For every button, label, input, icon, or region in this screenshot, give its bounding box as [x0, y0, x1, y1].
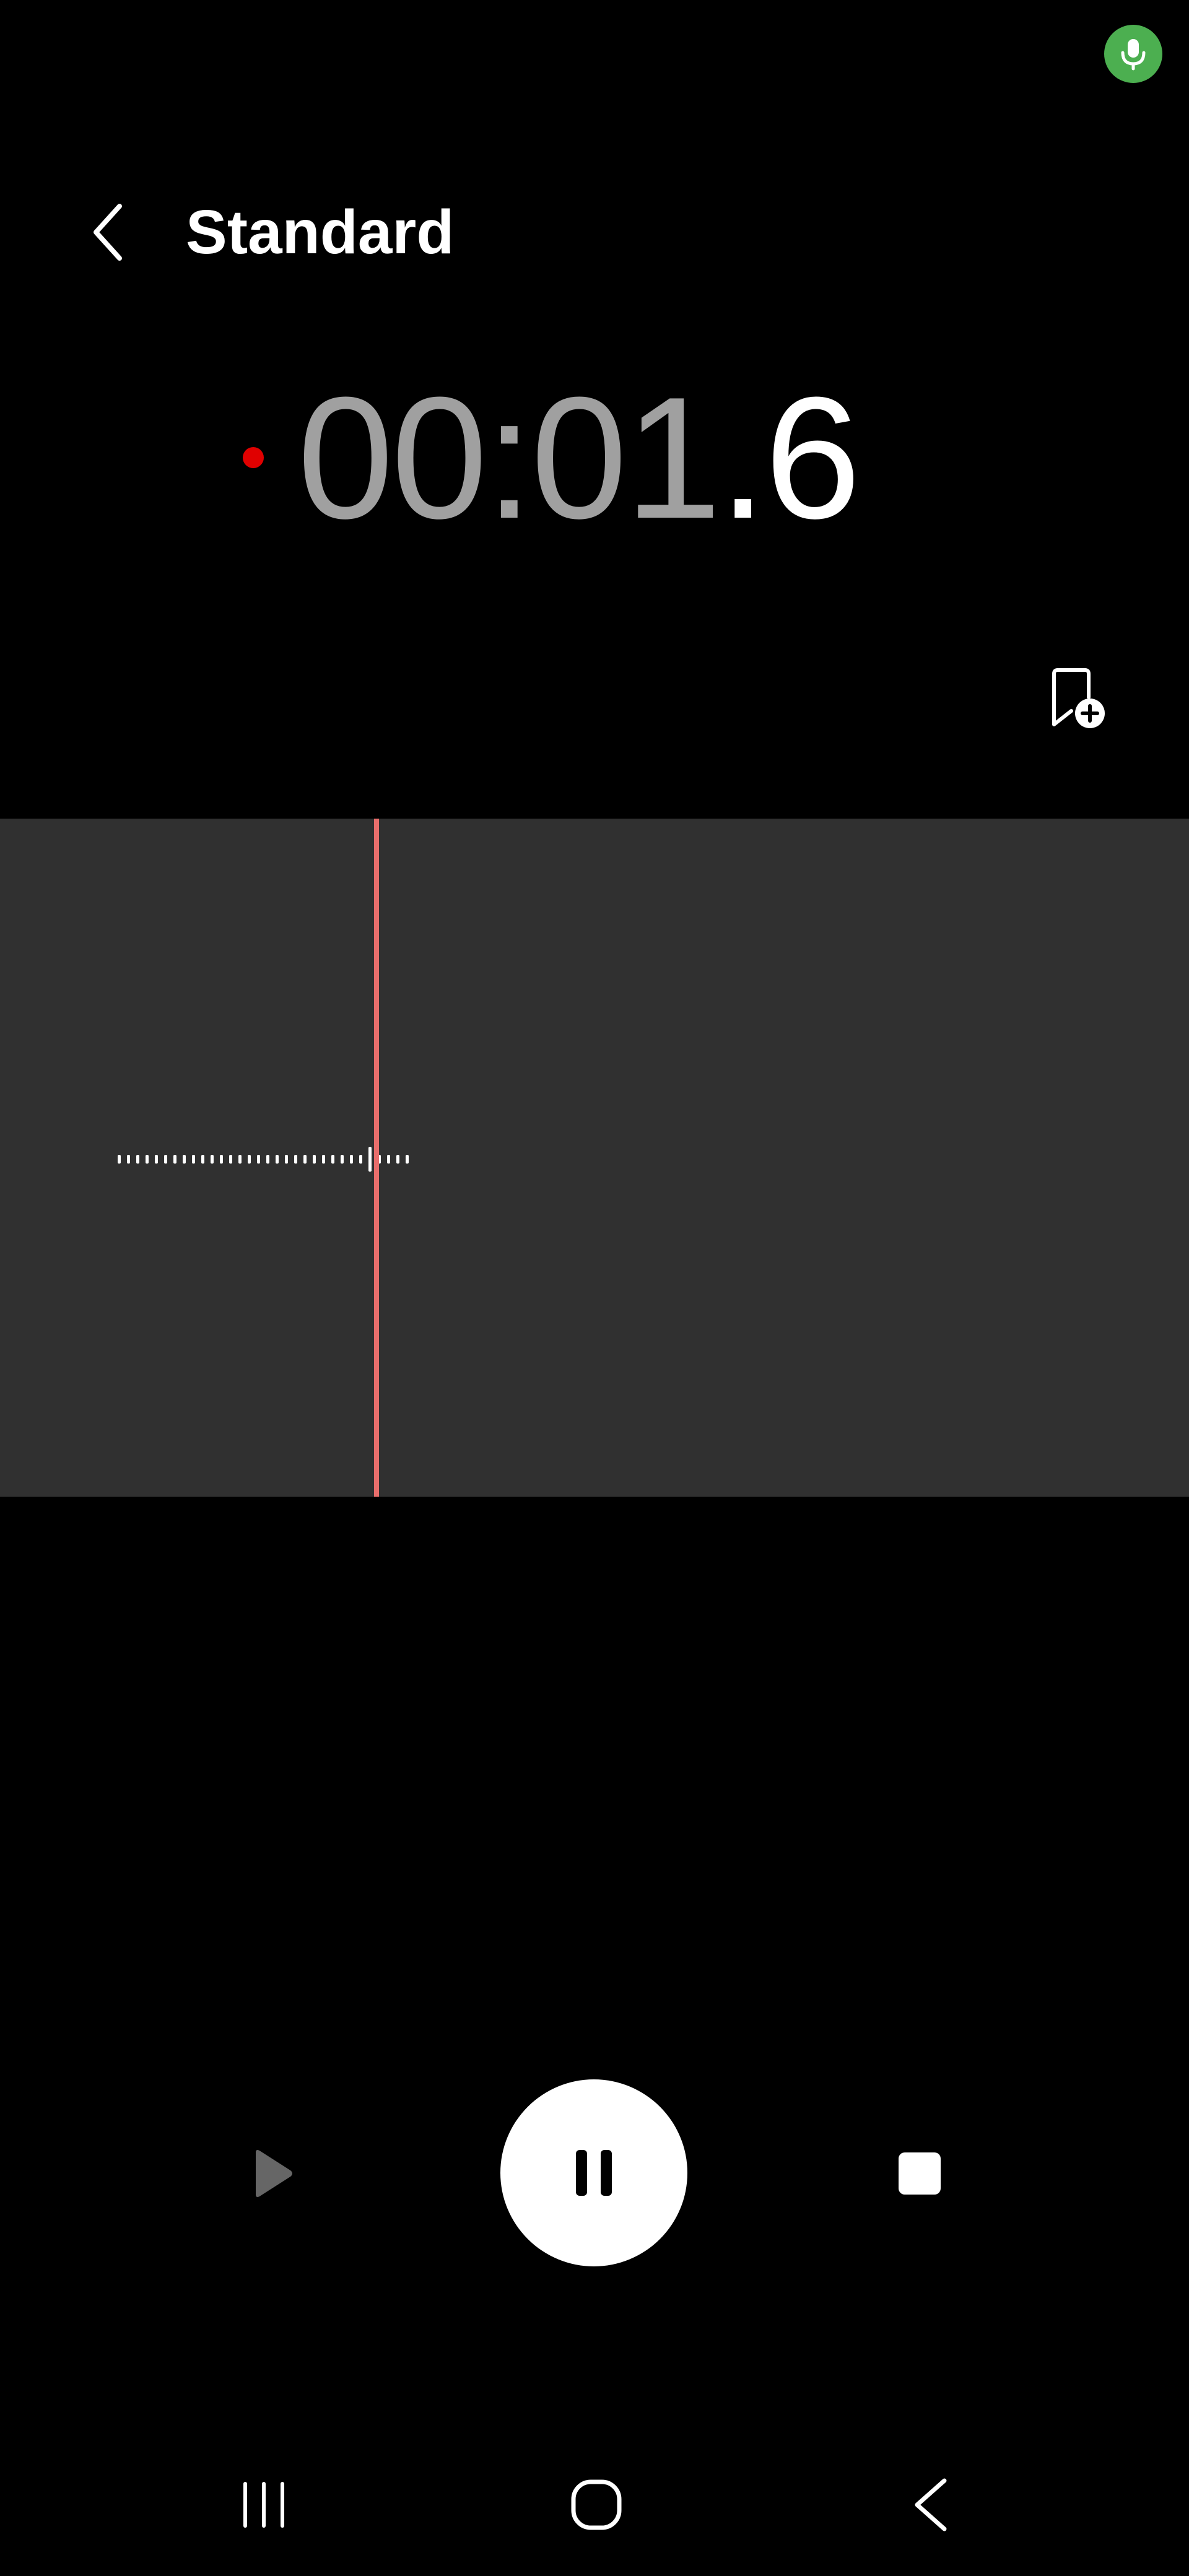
waveform-tick: [266, 1155, 269, 1164]
play-icon: [256, 2150, 292, 2197]
waveform-tick: [294, 1155, 297, 1164]
back-icon: [915, 2478, 947, 2531]
waveform-tick: [192, 1155, 195, 1164]
home-icon: [571, 2479, 622, 2530]
waveform-tick: [118, 1155, 121, 1164]
microphone-icon: [1121, 39, 1146, 71]
waveform-tick: [127, 1155, 130, 1164]
waveform-tick: [201, 1155, 204, 1164]
waveform-tick: [350, 1155, 353, 1164]
timer-separator: :: [485, 362, 533, 555]
play-button[interactable]: [235, 2130, 310, 2217]
timer-seconds: 01: [531, 362, 721, 555]
chevron-left-icon: [94, 204, 122, 261]
timer-minutes: 00: [297, 362, 487, 555]
waveform-tick: [322, 1155, 325, 1164]
waveform-tick: [229, 1155, 232, 1164]
stop-icon: [899, 2152, 941, 2195]
timer-tenths: .6: [718, 362, 861, 555]
waveform-tick: [331, 1155, 334, 1164]
waveform-tick: [359, 1155, 362, 1164]
mic-in-use-indicator[interactable]: [1104, 25, 1162, 83]
waveform-tick: [211, 1155, 214, 1164]
waveform-tick: [257, 1155, 260, 1164]
waveform-tick: [248, 1155, 251, 1164]
waveform-tick: [341, 1155, 344, 1164]
waveform-tick: [183, 1155, 186, 1164]
waveform-tick: [276, 1155, 279, 1164]
pause-icon: [576, 2150, 612, 2196]
waveform-tick: [396, 1155, 399, 1164]
stop-button[interactable]: [886, 2130, 954, 2217]
waveform-tick: [220, 1155, 223, 1164]
waveform-tick: [173, 1155, 176, 1164]
playhead[interactable]: [374, 819, 379, 1497]
waveform-tick: [164, 1155, 167, 1164]
waveform-marker-tick: [368, 1147, 372, 1172]
waveform-tick: [387, 1155, 390, 1164]
bookmark-add-icon: [1052, 668, 1105, 728]
waveform-tick: [155, 1155, 158, 1164]
nav-recents-button[interactable]: [220, 2465, 307, 2545]
recording-indicator-dot: [243, 447, 264, 468]
nav-home-button[interactable]: [553, 2465, 640, 2545]
waveform-tick: [406, 1155, 409, 1164]
waveform-tick: [303, 1155, 307, 1164]
waveform-tick: [285, 1155, 288, 1164]
waveform-tick: [146, 1155, 149, 1164]
waveform-tick: [238, 1155, 242, 1164]
recents-icon: [243, 2482, 284, 2528]
nav-back-button[interactable]: [887, 2465, 973, 2545]
page-title: Standard: [186, 198, 455, 267]
elapsed-timer: 00:01.6: [297, 372, 861, 545]
waveform-tick: [313, 1155, 316, 1164]
pause-button[interactable]: [500, 2079, 687, 2266]
add-bookmark-button[interactable]: [1043, 666, 1112, 734]
waveform-tick: [136, 1155, 139, 1164]
back-button[interactable]: [74, 186, 142, 279]
waveform-timeline: [118, 1147, 409, 1172]
